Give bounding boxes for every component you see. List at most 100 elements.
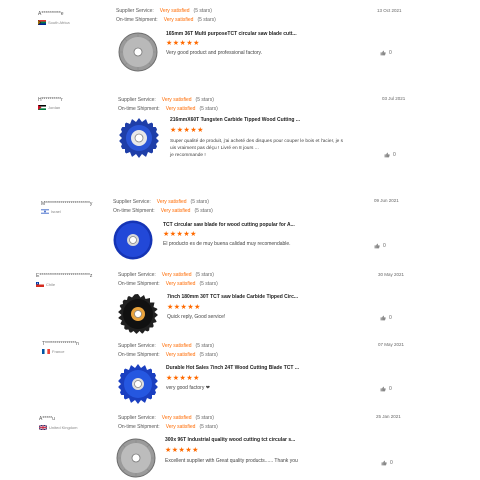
supplier-service-label: Supplier Service: (118, 415, 156, 421)
thumbs-up-icon (380, 50, 386, 56)
shipment-value: Very satisfied (163, 17, 194, 23)
supplier-service-label: Supplier Service: (118, 343, 156, 349)
helpful-count: 0 (393, 152, 396, 158)
helpful-count: 0 (383, 243, 386, 249)
helpful-button[interactable]: 0 (380, 50, 392, 56)
product-title-link[interactable]: 216mmX60T Tungsten Carbide Tipped Wood C… (170, 117, 300, 123)
thumbs-up-icon (380, 386, 386, 392)
shipment-stars: (5 stars) (199, 106, 218, 112)
review-date: 13 Oct 2021 (377, 8, 402, 13)
helpful-button[interactable]: 0 (380, 315, 392, 321)
shipment-label: On-time Shipment: (118, 106, 160, 112)
supplier-service-stars: (5 stars) (195, 97, 214, 103)
product-title-link[interactable]: TCT circular saw blade for wood cutting … (163, 222, 295, 228)
supplier-service-rating: Supplier Service: Very satisfied (5 stars) (118, 415, 214, 421)
review-date: 25 Jan 2021 (376, 414, 401, 419)
on-time-shipment-rating: On-time Shipment: Very satisfied (5 stars) (118, 106, 218, 112)
shipment-value: Very satisfied (165, 352, 196, 358)
country-name: South Africa (48, 20, 70, 25)
supplier-service-stars: (5 stars) (195, 272, 214, 278)
country-name: Chile (46, 282, 56, 287)
product-thumbnail[interactable] (116, 438, 156, 478)
supplier-service-rating: Supplier Service: Very satisfied (5 stars) (113, 199, 209, 205)
shipment-label: On-time Shipment: (113, 208, 155, 214)
supplier-service-value: Very satisfied (156, 199, 187, 205)
review-comment: Excellent supplier with Great quality pr… (165, 458, 298, 464)
review-comment: El producto es de muy buena calidad muy … (163, 241, 291, 247)
on-time-shipment-rating: On-time Shipment: Very satisfied (5 stars) (118, 352, 218, 358)
helpful-count: 0 (390, 460, 393, 466)
chile-flag-icon (36, 282, 44, 287)
south-africa-flag-icon (38, 20, 46, 25)
product-thumbnail[interactable] (118, 364, 158, 404)
supplier-service-label: Supplier Service: (118, 97, 156, 103)
buyer-name: T****************n (42, 341, 79, 347)
buyer-country: Chile (36, 282, 55, 287)
review-date: 30 May 2021 (378, 272, 405, 277)
thumbs-up-icon (384, 152, 390, 158)
helpful-count: 0 (389, 386, 392, 392)
review-comment: Very good product and professional facto… (166, 50, 263, 56)
shipment-stars: (5 stars) (199, 352, 218, 358)
thumbs-up-icon (374, 243, 380, 249)
product-title-link[interactable]: 300x 96T Industrial quality wood cutting… (165, 437, 295, 443)
supplier-service-stars: (5 stars) (193, 8, 212, 14)
product-thumbnail[interactable] (118, 294, 158, 334)
shipment-value: Very satisfied (160, 208, 191, 214)
buyer-name: E**************************z (36, 273, 93, 279)
review-comment: very good factory ❤ (166, 385, 210, 391)
product-thumbnail[interactable] (119, 118, 159, 158)
shipment-value: Very satisfied (165, 281, 196, 287)
product-thumbnail[interactable] (118, 32, 158, 72)
on-time-shipment-rating: On-time Shipment: Very satisfied (5 stars) (116, 17, 216, 23)
product-title-link[interactable]: 7inch 180mm 30T TCT saw blade Carbide Ti… (167, 294, 298, 300)
helpful-button[interactable]: 0 (380, 386, 392, 392)
review-comment: Quick reply, Good service! (167, 314, 226, 320)
helpful-count: 0 (389, 50, 392, 56)
review-stars: ★★★★★ (167, 304, 201, 311)
review-stars: ★★★★★ (170, 127, 204, 134)
review-stars: ★★★★★ (163, 231, 197, 238)
supplier-service-value: Very satisfied (159, 8, 190, 14)
shipment-label: On-time Shipment: (118, 281, 160, 287)
shipment-value: Very satisfied (165, 424, 196, 430)
supplier-service-rating: Supplier Service: Very satisfied (5 stars) (118, 272, 214, 278)
country-name: United Kingdom (49, 425, 78, 430)
country-name: France (52, 349, 65, 354)
buyer-country: South Africa (38, 20, 70, 25)
supplier-service-label: Supplier Service: (116, 8, 154, 14)
supplier-service-value: Very satisfied (161, 97, 192, 103)
shipment-label: On-time Shipment: (118, 424, 160, 430)
product-thumbnail[interactable] (113, 220, 153, 260)
supplier-service-label: Supplier Service: (118, 272, 156, 278)
review-date: 09 Jun 2021 (374, 198, 399, 203)
supplier-service-value: Very satisfied (161, 415, 192, 421)
supplier-service-value: Very satisfied (161, 272, 192, 278)
product-title-link[interactable]: 165mm 36T Multi purposeTCT circular saw … (166, 31, 297, 37)
buyer-name: A*****u (39, 416, 55, 422)
shipment-stars: (5 stars) (199, 281, 218, 287)
thumbs-up-icon (381, 460, 387, 466)
review-stars: ★★★★★ (166, 40, 200, 47)
country-name: Jordan (48, 105, 61, 110)
jordan-flag-icon (38, 105, 46, 110)
thumbs-up-icon (380, 315, 386, 321)
israel-flag-icon (41, 209, 49, 214)
buyer-name: A**********e (38, 11, 64, 17)
buyer-country: Israel (41, 209, 61, 214)
supplier-service-stars: (5 stars) (195, 415, 214, 421)
shipment-stars: (5 stars) (199, 424, 218, 430)
supplier-service-label: Supplier Service: (113, 199, 151, 205)
helpful-button[interactable]: 0 (374, 243, 386, 249)
helpful-button[interactable]: 0 (384, 152, 396, 158)
on-time-shipment-rating: On-time Shipment: Very satisfied (5 stars) (118, 424, 218, 430)
shipment-stars: (5 stars) (197, 17, 216, 23)
product-title-link[interactable]: Durable Hot Sales 7inch 24T Wood Cutting… (166, 365, 299, 371)
review-stars: ★★★★★ (166, 375, 200, 382)
supplier-service-rating: Supplier Service: Very satisfied (5 stars) (118, 97, 214, 103)
supplier-service-stars: (5 stars) (190, 199, 209, 205)
helpful-count: 0 (389, 315, 392, 321)
helpful-button[interactable]: 0 (381, 460, 393, 466)
country-name: Israel (51, 209, 61, 214)
shipment-stars: (5 stars) (194, 208, 213, 214)
